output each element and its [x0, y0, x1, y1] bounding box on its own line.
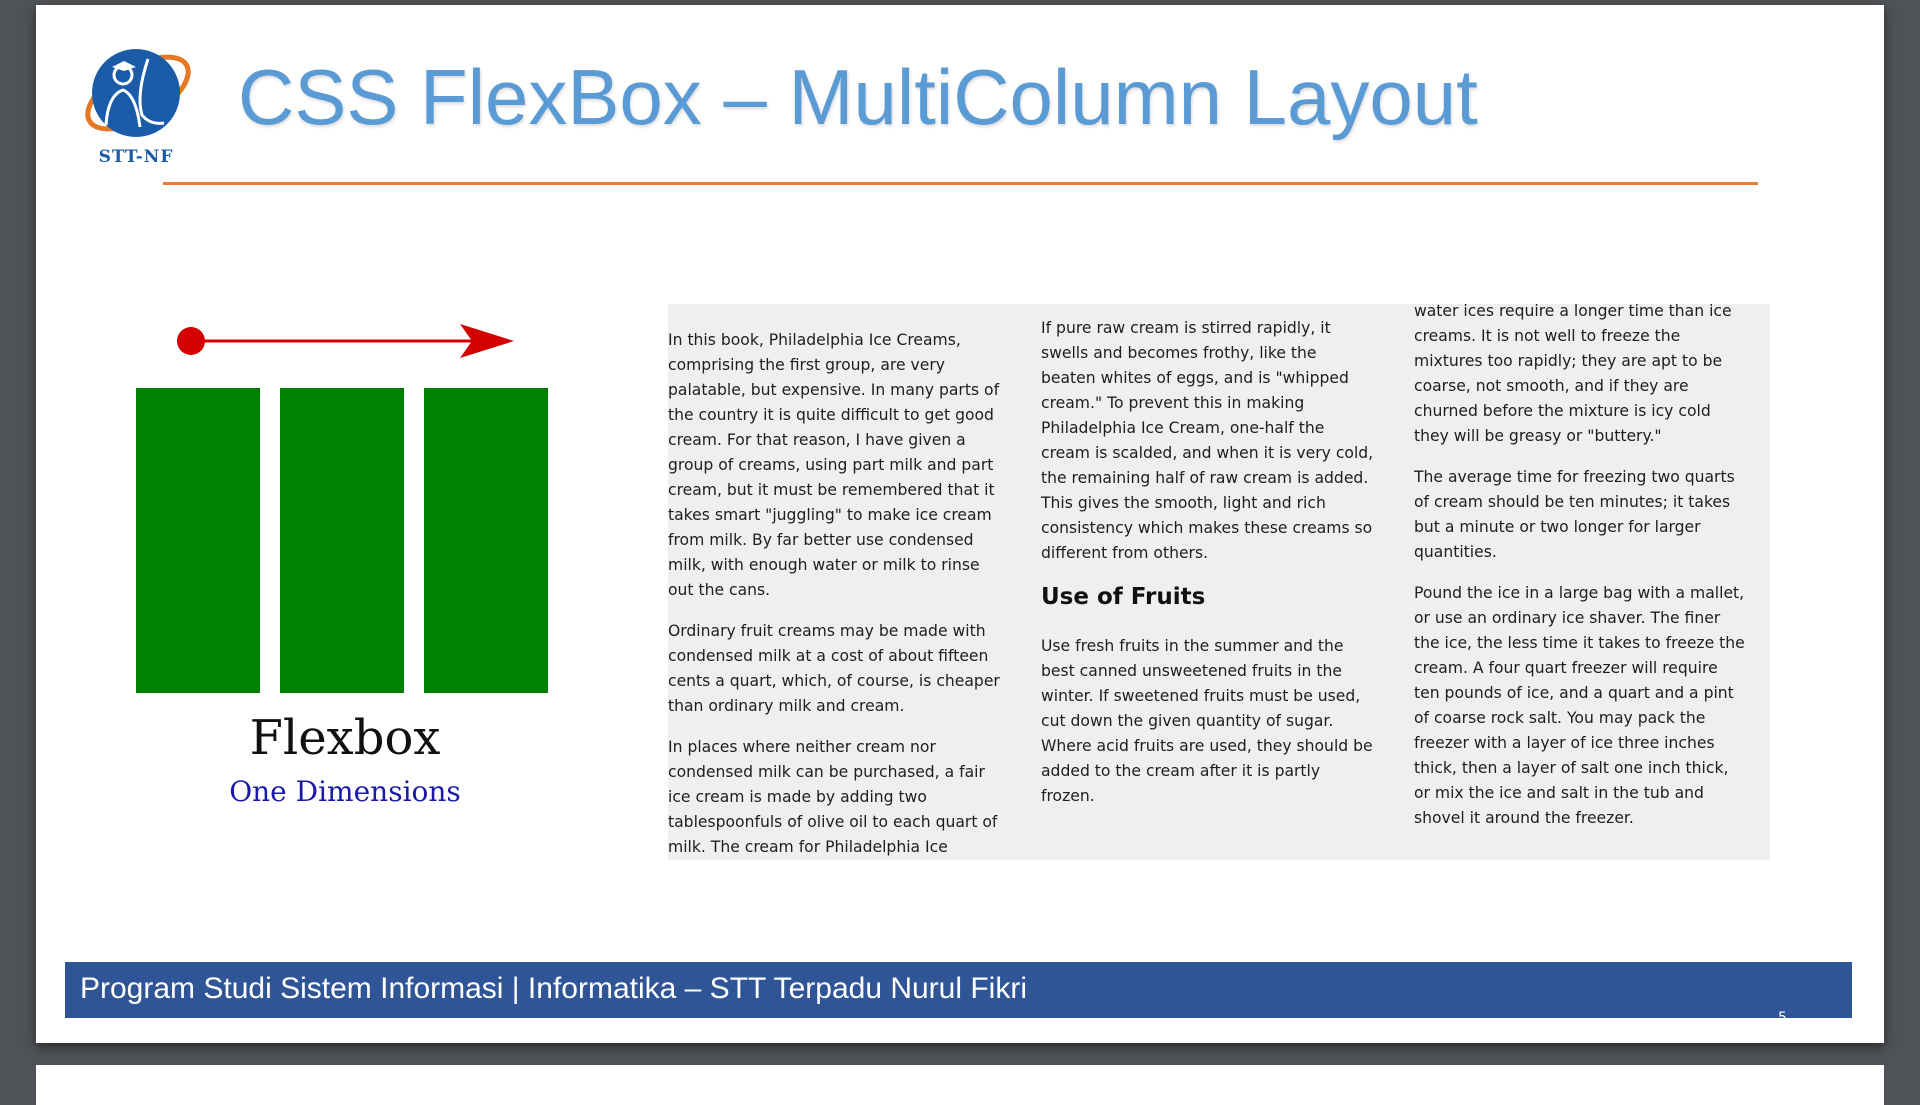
text-line: different from others. — [1041, 544, 1209, 562]
text-line: If pure raw cream is stirred rapidly, it — [1041, 319, 1331, 337]
text-line: swells and becomes frothy, like the — [1041, 344, 1317, 362]
paragraph: The average time for freezing two quarts… — [1414, 465, 1770, 565]
text-line: cream is scalded, and when it is very co… — [1041, 444, 1374, 462]
text-line: consistency which makes these creams so — [1041, 519, 1373, 537]
text-line: shovel it around the freezer. — [1414, 809, 1634, 827]
text-line: creams. It is not well to freeze the — [1414, 327, 1681, 345]
text-line: condensed milk at a cost of about fiftee… — [668, 647, 989, 665]
text-line: out the cans. — [668, 581, 771, 599]
multicolumn-text-example: In this book, Philadelphia Ice Creams, co… — [668, 304, 1770, 860]
title-underline — [163, 182, 1758, 185]
flex-item-3 — [424, 388, 548, 693]
text-line: the remaining half of raw cream is added… — [1041, 469, 1369, 487]
paragraph: water ices require a longer time than ic… — [1414, 304, 1770, 449]
text-line: coarse, not smooth, and if they are — [1414, 377, 1689, 395]
text-line: from milk. By far better use condensed — [668, 531, 974, 549]
flexbox-illustration: Flexbox One Dimensions — [130, 320, 560, 820]
text-line: cream. For that reason, I have given a — [668, 431, 966, 449]
footer-text: Program Studi Sistem Informasi | Informa… — [80, 972, 1028, 1005]
text-line: the country it is quite difficult to get… — [668, 406, 994, 424]
logo-text: STT-NF — [99, 147, 174, 165]
text-line: tablespoonfuls of olive oil to each quar… — [668, 813, 998, 831]
text-line: palatable, but expensive. In many parts … — [668, 381, 1000, 399]
text-line: In places where neither cream nor — [668, 738, 936, 756]
text-line: This gives the smooth, light and rich — [1041, 494, 1326, 512]
text-column-1: In this book, Philadelphia Ice Creams, co… — [668, 328, 1038, 860]
text-line: Ordinary fruit creams may be made with — [668, 622, 986, 640]
text-line: they will be greasy or "buttery." — [1414, 427, 1662, 445]
text-line: milk, with enough water or milk to rinse — [668, 556, 980, 574]
text-line: thick, then a layer of salt one inch thi… — [1414, 759, 1729, 777]
text-line: The average time for freezing two quarts — [1414, 468, 1735, 486]
text-line: ice cream is made by adding two — [668, 788, 927, 806]
footer-bar: Program Studi Sistem Informasi | Informa… — [65, 962, 1852, 1018]
text-line: cut down the given quantity of sugar. — [1041, 712, 1334, 730]
flex-item-2 — [280, 388, 404, 693]
paragraph: Ordinary fruit creams may be made with co… — [668, 619, 1038, 719]
text-line: mixtures too rapidly; they are apt to be — [1414, 352, 1723, 370]
stt-nf-logo: STT-NF — [78, 45, 198, 167]
paragraph: In this book, Philadelphia Ice Creams, co… — [668, 328, 1038, 603]
text-line: Use fresh fruits in the summer and the — [1041, 637, 1344, 655]
slide-title: CSS FlexBox – MultiColumn Layout — [238, 53, 1478, 141]
text-line: or use an ordinary ice shaver. The finer — [1414, 609, 1721, 627]
text-line: comprising the first group, are very — [668, 356, 945, 374]
flexbox-label: Flexbox — [249, 710, 441, 766]
text-line: condensed milk can be purchased, a fair — [668, 763, 985, 781]
text-line: Pound the ice in a large bag with a mall… — [1414, 584, 1745, 602]
text-line: than ordinary milk and cream. — [668, 697, 905, 715]
text-line: of cream should be ten minutes; it takes — [1414, 493, 1731, 511]
text-line: cream, but it must be remembered that it — [668, 481, 995, 499]
paragraph: Use fresh fruits in the summer and the be… — [1041, 634, 1411, 809]
text-line: milk. The cream for Philadelphia Ice — [668, 838, 948, 856]
text-line: the ice, the less time it takes to freez… — [1414, 634, 1745, 652]
text-line: beaten whites of eggs, and is "whipped — [1041, 369, 1349, 387]
text-column-2: If pure raw cream is stirred rapidly, it… — [1041, 316, 1411, 825]
text-line: Where acid fruits are used, they should … — [1041, 737, 1373, 755]
text-line: water ices require a longer time than ic… — [1414, 304, 1732, 320]
text-line: frozen. — [1041, 787, 1095, 805]
text-line: Philadelphia Ice Cream, one-half the — [1041, 419, 1325, 437]
text-line: best canned unsweetened fruits in the — [1041, 662, 1342, 680]
text-column-3: water ices require a longer time than ic… — [1414, 304, 1770, 847]
text-line: cents a quart, which, of course, is chea… — [668, 672, 1000, 690]
text-line: added to the cream after it is partly — [1041, 762, 1321, 780]
paragraph: Pound the ice in a large bag with a mall… — [1414, 581, 1770, 831]
flex-item-1 — [136, 388, 260, 693]
text-line: quantities. — [1414, 543, 1497, 561]
next-slide-edge — [36, 1065, 1884, 1105]
text-line: takes smart "juggling" to make ice cream — [668, 506, 992, 524]
text-line: cream. A four quart freezer will require — [1414, 659, 1718, 677]
paragraph: If pure raw cream is stirred rapidly, it… — [1041, 316, 1411, 566]
page-number: 5 — [1778, 1010, 1787, 1018]
paragraph: In places where neither cream nor condens… — [668, 735, 1038, 860]
text-line: winter. If sweetened fruits must be used… — [1041, 687, 1361, 705]
text-line: of coarse rock salt. You may pack the — [1414, 709, 1706, 727]
text-line: churned before the mixture is icy cold — [1414, 402, 1711, 420]
text-line: group of creams, using part milk and par… — [668, 456, 994, 474]
text-line: but a minute or two longer for larger — [1414, 518, 1701, 536]
section-heading: Use of Fruits — [1041, 584, 1206, 610]
text-line: or mix the ice and salt in the tub and — [1414, 784, 1704, 802]
text-line: cream." To prevent this in making — [1041, 394, 1305, 412]
text-line: freezer with a layer of ice three inches — [1414, 734, 1715, 752]
direction-arrow-icon — [177, 324, 514, 358]
text-line: In this book, Philadelphia Ice Creams, — [668, 331, 961, 349]
flexbox-sublabel: One Dimensions — [229, 775, 461, 808]
text-line: ten pounds of ice, and a quart and a pin… — [1414, 684, 1734, 702]
